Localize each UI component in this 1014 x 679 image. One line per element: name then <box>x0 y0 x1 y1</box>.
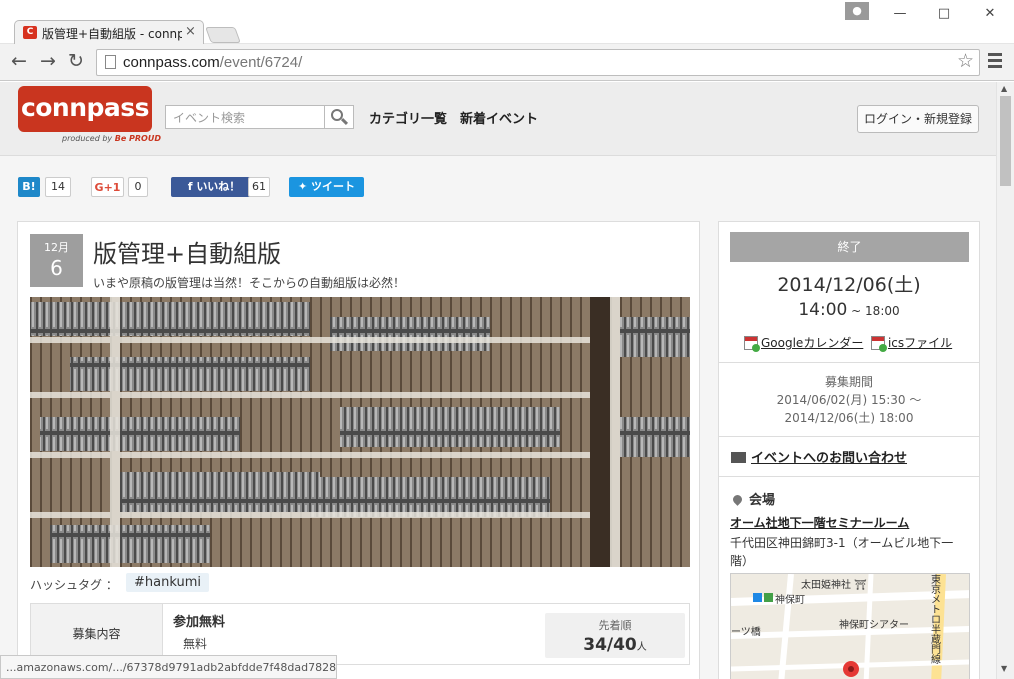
google-plus-button[interactable]: G+1 <box>91 177 124 197</box>
scroll-up-icon[interactable]: ▲ <box>1001 84 1007 93</box>
venue-name-link[interactable]: オーム社地下一階セミナールーム <box>730 514 909 531</box>
map-label-station: 神保町 <box>775 595 805 606</box>
hatena-bookmark-button[interactable]: B! <box>18 177 40 197</box>
logo-tagline: produced by Be PROUD <box>62 134 161 143</box>
page-scrollbar[interactable]: ▲ ▼ <box>996 82 1014 679</box>
nav-new-events-link[interactable]: 新着イベント <box>460 108 538 127</box>
new-tab-button[interactable] <box>205 27 241 43</box>
calendar-add-icon <box>744 336 760 352</box>
period-label: 募集期間 <box>824 375 873 389</box>
google-plus-count: 0 <box>128 177 148 197</box>
divider <box>719 362 979 363</box>
search-button[interactable] <box>325 105 354 129</box>
google-calendar-link[interactable]: Googleカレンダー <box>761 336 863 350</box>
ticket-price: 無料 <box>183 637 208 651</box>
type-case-image <box>30 297 690 567</box>
nav-categories-link[interactable]: カテゴリ一覧 <box>369 108 447 127</box>
divider <box>719 436 979 437</box>
connpass-favicon-icon: C <box>23 26 37 39</box>
forward-arrow-icon[interactable]: → <box>37 50 59 72</box>
page-viewport: connpass produced by Be PROUD イベント検索 カテゴ… <box>0 82 996 679</box>
browser-menu-icon[interactable] <box>988 53 1002 71</box>
event-hero-image <box>30 297 690 567</box>
connpass-logo[interactable]: connpass <box>18 86 152 132</box>
event-time: 14:00 ~ 18:00 <box>798 300 900 320</box>
hashtag-label: ハッシュタグ ： <box>30 578 118 592</box>
link-status-bubble: ...amazonaws.com/.../67378d9791adb2abfdd… <box>0 655 337 679</box>
location-pin-icon <box>731 493 744 506</box>
minimize-icon[interactable]: — <box>890 6 910 21</box>
map-label-shrine: 太田姫神社 ⛩ <box>801 580 867 591</box>
event-search-input[interactable]: イベント検索 <box>165 105 325 129</box>
first-come-label: 先着順 <box>598 619 632 632</box>
reload-icon[interactable]: ↻ <box>65 50 87 72</box>
facebook-like-button[interactable]: f いいね！ <box>171 177 257 197</box>
user-profile-icon[interactable]: ● <box>845 2 869 20</box>
tab-close-icon[interactable]: × <box>185 24 196 39</box>
browser-toolbar: ← → ↻ connpass.com/event/6724/ ☆ <box>0 44 1014 81</box>
login-signup-button[interactable]: ログイン・新規登録 <box>857 105 979 133</box>
divider <box>719 476 979 477</box>
event-title: 版管理+自動組版 <box>93 240 282 268</box>
event-date: 2014/12/06(土) <box>777 274 921 296</box>
address-bar[interactable]: connpass.com/event/6724/ ☆ <box>96 49 980 76</box>
recruitment-period: 募集期間 2014/06/02(月) 15:30 ～ 2014/12/06(土)… <box>719 373 979 427</box>
maximize-icon[interactable]: □ <box>934 6 954 21</box>
twitter-icon: ✦ <box>297 180 312 193</box>
page-icon <box>105 55 116 69</box>
first-come-box: 先着順 34/40人 <box>545 613 685 658</box>
venue-map[interactable]: 太田姫神社 ⛩ 神保町 神保町シアター ーツ橋 東京メトロ半蔵門線 <box>730 573 970 679</box>
event-side-card: 終了 2014/12/06(土) 14:00 ~ 18:00 Googleカレン… <box>718 221 980 679</box>
back-arrow-icon[interactable]: ← <box>8 50 30 72</box>
participant-count: 34/40人 <box>583 635 647 655</box>
tweet-button[interactable]: ✦ ツイート <box>289 177 364 197</box>
period-end: 2014/12/06(土) 18:00 <box>784 411 914 425</box>
browser-tab[interactable]: C 版管理+自動組版 - connp × <box>14 20 204 45</box>
event-month: 12月 <box>44 241 69 254</box>
map-label-theater: 神保町シアター <box>839 620 909 631</box>
ics-download-icon <box>870 336 887 352</box>
site-header: connpass produced by Be PROUD イベント検索 カテゴ… <box>0 82 996 156</box>
tab-title: 版管理+自動組版 - connp <box>42 27 182 41</box>
browser-titlebar: C 版管理+自動組版 - connp × ● — □ ✕ <box>0 0 1014 45</box>
scroll-thumb[interactable] <box>1000 96 1011 186</box>
scroll-down-icon[interactable]: ▼ <box>1001 664 1007 673</box>
map-label-line: 東京メトロ半蔵門線 <box>931 575 941 666</box>
event-day: 6 <box>50 256 63 280</box>
window-close-icon[interactable]: ✕ <box>980 6 1000 21</box>
event-subtitle: いまや原稿の版管理は当然！そこからの自動組版は必然！ <box>93 276 406 290</box>
event-main-card: 12月 6 版管理+自動組版 いまや原稿の版管理は当然！そこからの自動組版は必然… <box>17 221 700 679</box>
event-date-badge: 12月 6 <box>30 234 83 287</box>
calendar-links: Googleカレンダー icsファイル <box>744 334 952 352</box>
url-text: connpass.com/event/6724/ <box>123 54 303 71</box>
facebook-count: 61 <box>248 177 270 197</box>
period-start: 2014/06/02(月) 15:30 ～ <box>776 393 922 407</box>
hashtag-link[interactable]: #hankumi <box>126 573 209 592</box>
ticket-name: 参加無料 <box>173 615 226 630</box>
venue-address: 千代田区神田錦町3-1（オームビル地下一階） <box>730 536 954 568</box>
bookmark-star-icon[interactable]: ☆ <box>957 50 974 72</box>
contact-link[interactable]: イベントへのお問い合わせ <box>731 447 907 466</box>
event-status-badge: 終了 <box>730 232 969 262</box>
map-label-bridge: ーツ橋 <box>731 627 761 638</box>
hatena-count: 14 <box>45 177 71 197</box>
venue-heading: 会場 <box>731 489 775 508</box>
ics-file-link[interactable]: icsファイル <box>888 336 952 350</box>
mail-icon <box>731 452 746 463</box>
